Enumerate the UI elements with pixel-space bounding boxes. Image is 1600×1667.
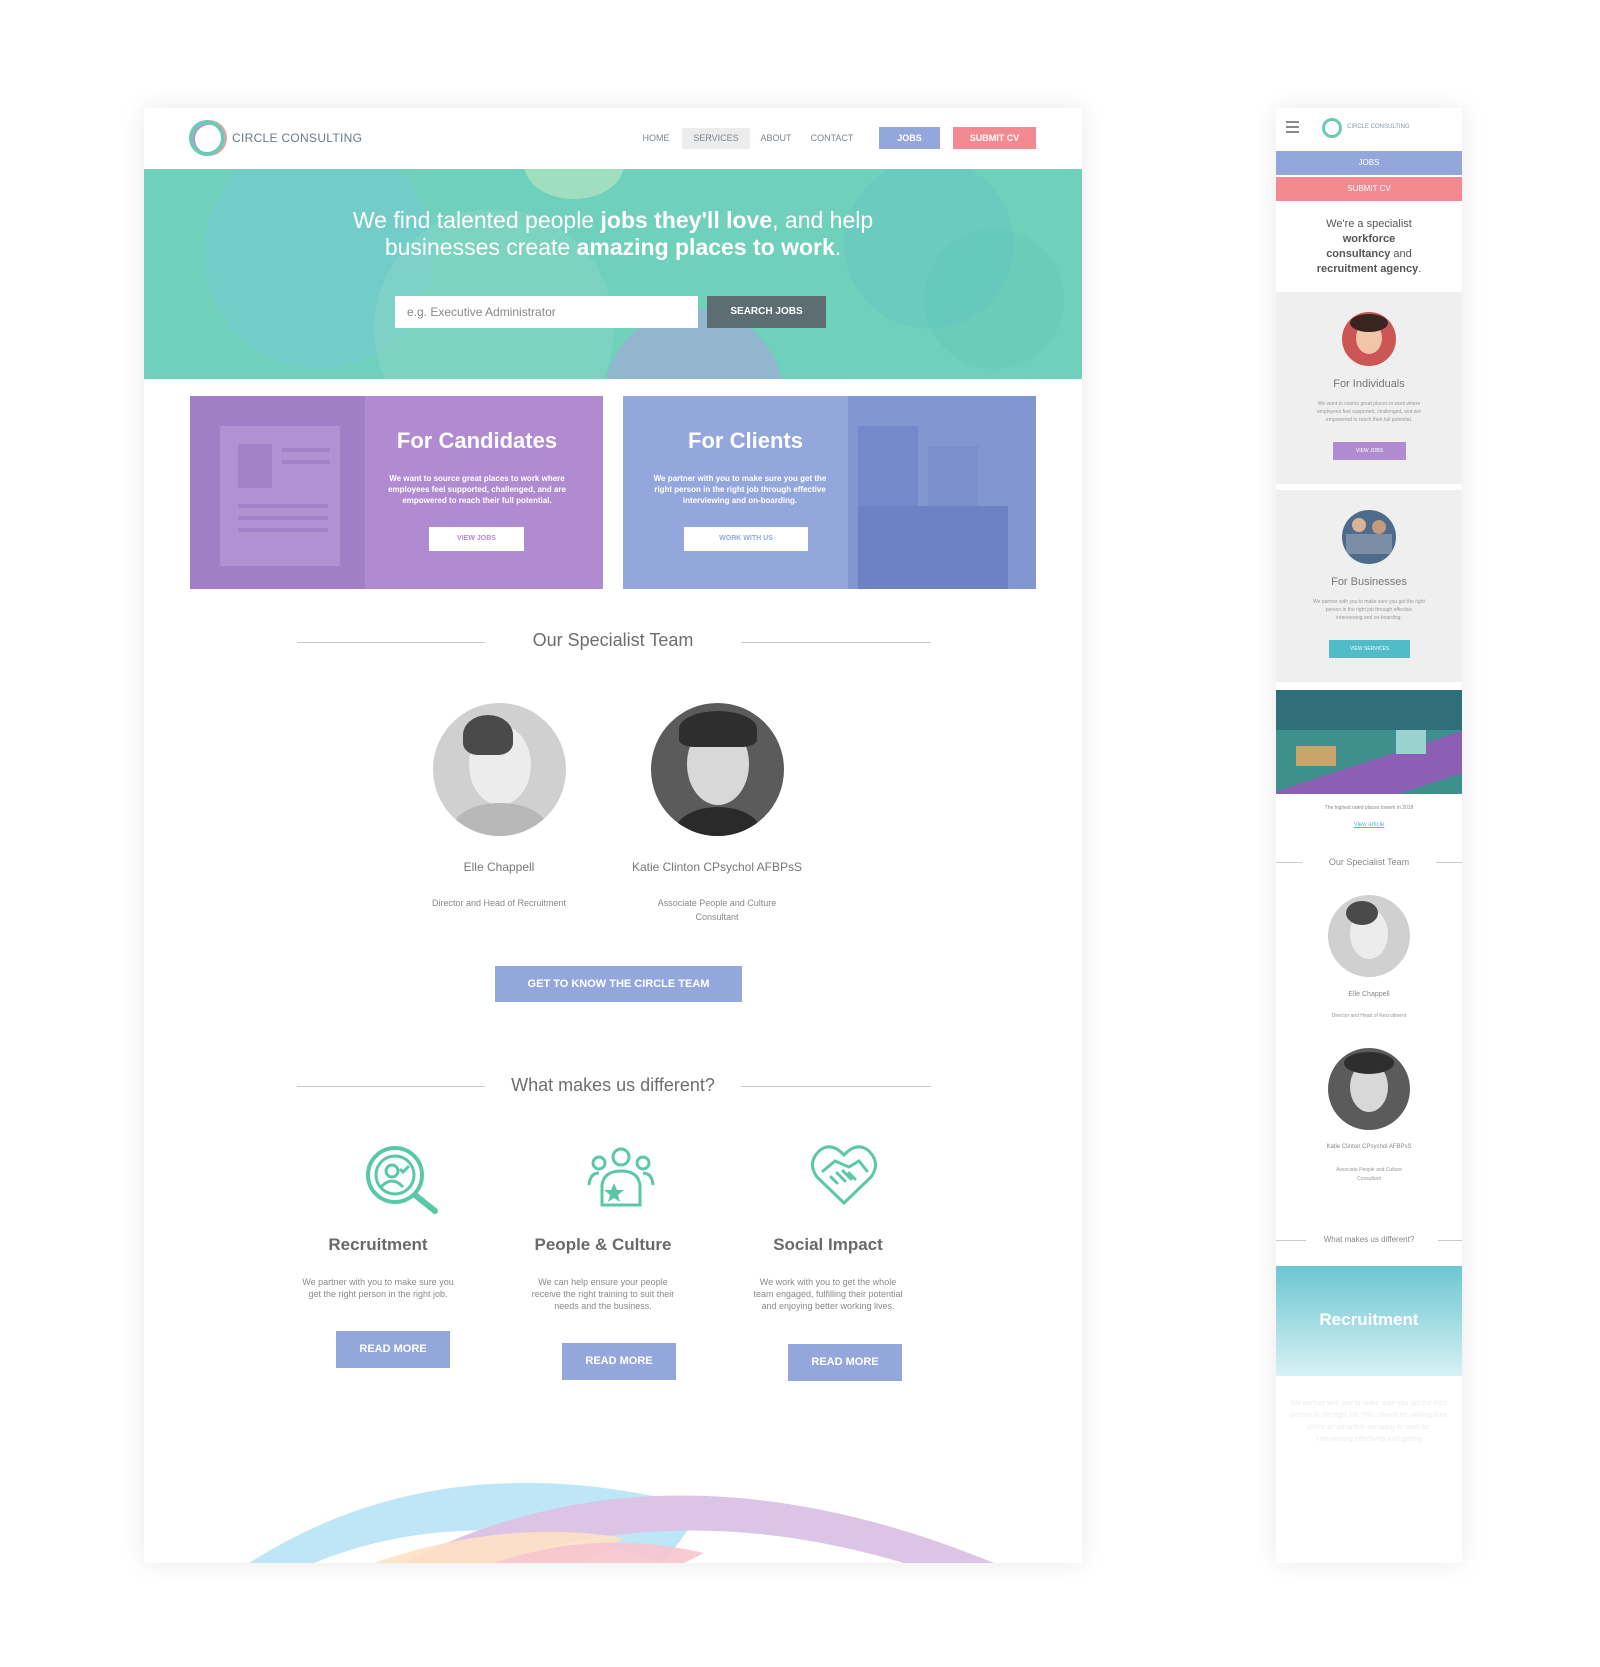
businesses-text: We partner with you to make sure you get… xyxy=(1313,599,1425,621)
article-caption: The highest rated places towork in 2018 xyxy=(1324,805,1414,811)
katie-clinton-photo xyxy=(651,703,784,836)
building-illustration xyxy=(848,396,1036,589)
clients-card: For Clients We partner with you to make … xyxy=(623,396,1036,589)
individuals-text: We want to source great places to work w… xyxy=(1317,401,1421,423)
business-photo xyxy=(1342,510,1396,564)
job-search-input[interactable]: e.g. Executive Administrator xyxy=(395,296,698,328)
clients-title: For Clients xyxy=(688,428,803,453)
team-section-title: Our Specialist Team xyxy=(532,630,694,650)
top-navigation: CIRCLE CONSULTING HOME SERVICES ABOUT CO… xyxy=(144,108,1082,169)
mobile-page: CIRCLE CONSULTING JOBS SUBMIT CV We're a… xyxy=(1276,108,1462,1563)
recruitment-banner: Recruitment xyxy=(1276,1266,1462,1376)
mobile-member-role: Director and Head of Recruitment xyxy=(1331,1013,1407,1019)
clients-text: We partner with you to make sure you get… xyxy=(653,474,827,505)
mobile-submit-cv-button[interactable]: SUBMIT CV xyxy=(1276,177,1462,201)
individual-photo xyxy=(1342,312,1396,366)
work-with-us-button[interactable]: WORK WITH US xyxy=(684,527,808,551)
jobs-button[interactable]: JOBS xyxy=(879,127,940,149)
circle-logo-icon[interactable] xyxy=(1322,118,1342,138)
submit-cv-button[interactable]: SUBMIT CV xyxy=(953,127,1036,149)
candidates-card: For Candidates We want to source great p… xyxy=(190,396,603,589)
individuals-panel: For Individuals We want to source great … xyxy=(1276,292,1462,484)
office-article-image xyxy=(1276,690,1462,794)
brand-name[interactable]: CIRCLE CONSULTING xyxy=(1347,124,1410,130)
businesses-title: For Businesses xyxy=(1331,576,1407,588)
team-member-name: Katie Clinton CPsychol AFBPsS xyxy=(631,860,803,874)
search-jobs-button[interactable]: SEARCH JOBS xyxy=(707,296,826,328)
elle-chappell-photo xyxy=(433,703,566,836)
decorative-arcs xyxy=(249,1482,994,1563)
nav-services[interactable]: SERVICES xyxy=(682,128,750,149)
read-more-social-impact-button[interactable]: READ MORE xyxy=(788,1344,902,1381)
feature-text-people-culture: We can help ensure your people receive th… xyxy=(531,1277,675,1311)
businesses-panel: For Businesses We partner with you to ma… xyxy=(1276,490,1462,682)
decor-bubble xyxy=(524,169,624,199)
magnifier-person-icon xyxy=(366,1146,438,1214)
mobile-jobs-button[interactable]: JOBS xyxy=(1276,151,1462,175)
candidates-text: We want to source great places to work w… xyxy=(388,474,566,505)
mobile-view-services-button[interactable]: VIEW SERVICES xyxy=(1329,640,1410,658)
mobile-member-name: Elle Chappell xyxy=(1348,991,1390,998)
candidates-title: For Candidates xyxy=(396,428,558,453)
read-more-people-culture-button[interactable]: READ MORE xyxy=(562,1343,676,1380)
view-jobs-button[interactable]: VIEW JOBS xyxy=(429,527,524,551)
hero-banner: We find talented people jobs they'll lov… xyxy=(144,169,1082,379)
cv-illustration xyxy=(190,396,365,589)
hamburger-menu-icon[interactable] xyxy=(1286,121,1299,133)
mobile-katie-photo xyxy=(1328,1048,1410,1130)
mobile-recruitment-text: We partner with you to make sure you get… xyxy=(1290,1400,1448,1443)
team-member-name: Elle Chappell xyxy=(463,860,535,874)
feature-title-recruitment: Recruitment xyxy=(328,1235,428,1254)
nav-contact[interactable]: CONTACT xyxy=(804,128,860,149)
desktop-page: CIRCLE CONSULTING HOME SERVICES ABOUT CO… xyxy=(144,108,1082,1563)
brand-name[interactable]: CIRCLE CONSULTING xyxy=(232,131,362,145)
mobile-member-name: Katie Clinton CPsychol AFBPsS xyxy=(1326,1144,1412,1150)
feature-text-recruitment: We partner with you to make sure you get … xyxy=(302,1277,454,1299)
mobile-member-role: Associate People and Culture Consultant xyxy=(1336,1167,1402,1182)
view-article-link[interactable]: View article xyxy=(1276,822,1462,828)
mobile-different-title: What makes us different? xyxy=(1323,1235,1415,1244)
get-to-know-team-button[interactable]: GET TO KNOW THE CIRCLE TEAM xyxy=(495,966,742,1002)
mobile-intro: We're a specialist workforce consultancy a… xyxy=(1316,218,1422,275)
feature-title-people-culture: People & Culture xyxy=(534,1235,672,1254)
mobile-team-title: Our Specialist Team xyxy=(1328,857,1410,867)
team-star-icon xyxy=(587,1147,655,1207)
circle-logo-icon[interactable] xyxy=(189,120,225,156)
hero-headline-line1: We find talented people jobs they'll lov… xyxy=(352,207,874,233)
feature-text-social-impact: We work with you to get the whole team en… xyxy=(753,1277,903,1311)
team-member-role: Associate People and Culture Consultant xyxy=(657,898,777,922)
different-section-title: What makes us different? xyxy=(511,1075,715,1095)
read-more-recruitment-button[interactable]: READ MORE xyxy=(336,1331,450,1368)
mobile-view-jobs-button[interactable]: VIEW JOBS xyxy=(1333,442,1406,460)
individuals-title: For Individuals xyxy=(1333,378,1405,390)
mobile-recruitment-title: Recruitment xyxy=(1319,1310,1419,1329)
team-member-role: Director and Head of Recruitment xyxy=(431,898,567,908)
mobile-elle-photo xyxy=(1328,895,1410,977)
nav-about[interactable]: ABOUT xyxy=(756,128,796,149)
nav-home[interactable]: HOME xyxy=(637,128,675,149)
hero-headline-line2: businesses create amazing places to work… xyxy=(384,234,842,260)
feature-title-social-impact: Social Impact xyxy=(773,1235,883,1254)
heart-handshake-icon xyxy=(811,1145,877,1206)
